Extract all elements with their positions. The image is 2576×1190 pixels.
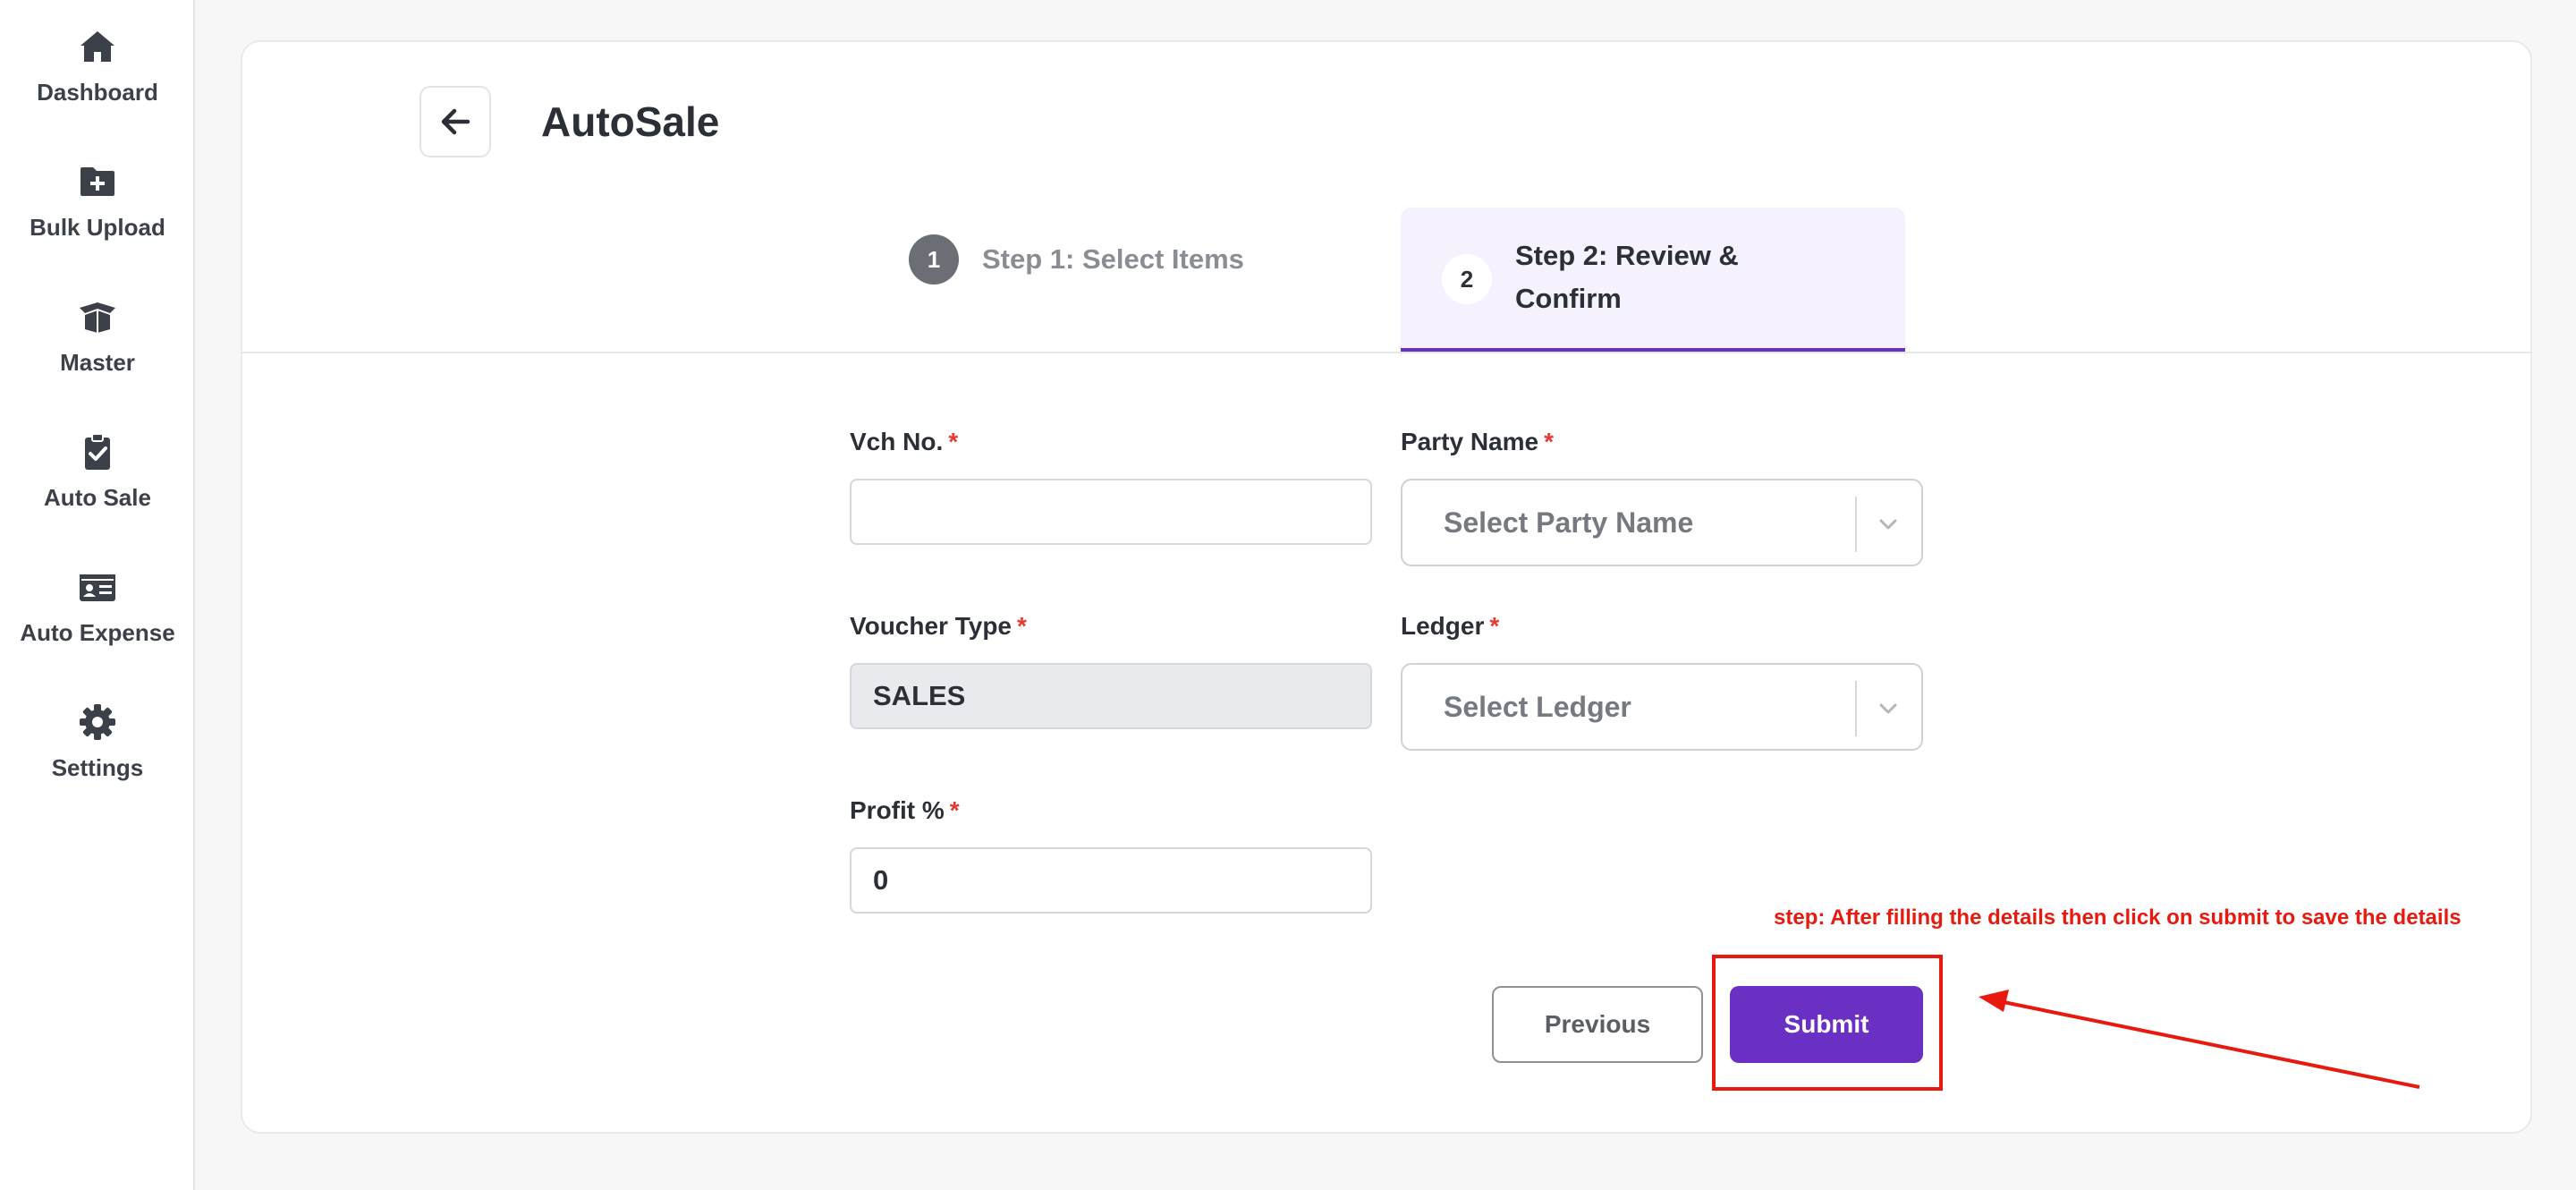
ledger-label: Ledger * — [1401, 612, 1499, 641]
arrow-left-icon — [441, 108, 470, 135]
sidebar: Dashboard Bulk Upload Master Auto Sale A… — [0, 0, 195, 1190]
annotation-text: step: After filling the details then cli… — [1774, 905, 2462, 930]
stepper-divider — [242, 352, 2531, 353]
voucher-type-label: Voucher Type * — [850, 612, 1027, 641]
party-name-label: Party Name * — [1401, 428, 1554, 456]
voucher-type-input — [850, 663, 1372, 729]
step-1-tab[interactable]: 1 Step 1: Select Items — [909, 234, 1244, 285]
required-mark: * — [1544, 428, 1554, 455]
gear-icon — [80, 704, 115, 740]
page-title: AutoSale — [541, 98, 720, 145]
party-name-placeholder: Select Party Name — [1444, 506, 1694, 539]
sidebar-item-auto-sale[interactable]: Auto Sale — [0, 432, 195, 540]
back-button[interactable] — [419, 86, 491, 157]
sidebar-item-label: Settings — [51, 754, 144, 781]
required-mark: * — [948, 428, 959, 455]
required-mark: * — [949, 796, 960, 824]
sidebar-item-settings[interactable]: Settings — [0, 702, 195, 810]
ledger-select[interactable]: Select Ledger — [1401, 663, 1923, 751]
ledger-placeholder: Select Ledger — [1444, 690, 1631, 723]
sidebar-item-bulk-upload[interactable]: Bulk Upload — [0, 162, 195, 269]
sidebar-item-label: Dashboard — [37, 79, 158, 106]
clipboard-check-icon — [85, 433, 110, 470]
sidebar-item-label: Master — [60, 349, 135, 376]
autosale-card — [241, 40, 2532, 1134]
required-mark: * — [1489, 612, 1500, 640]
folder-plus-icon — [80, 167, 114, 196]
profit-label: Profit % * — [850, 796, 960, 825]
voucher-type-label-text: Voucher Type — [850, 612, 1013, 640]
vch-no-label: Vch No. * — [850, 428, 958, 456]
step-2-number: 2 — [1442, 254, 1492, 304]
sidebar-item-label: Auto Sale — [44, 484, 151, 511]
chevron-down-icon[interactable] — [1875, 695, 1902, 722]
sidebar-item-dashboard[interactable]: Dashboard — [0, 27, 195, 134]
sidebar-item-auto-expense[interactable]: Auto Expense — [0, 567, 195, 675]
step-1-label: Step 1: Select Items — [982, 243, 1244, 275]
chevron-down-icon[interactable] — [1875, 511, 1902, 538]
party-name-select[interactable]: Select Party Name — [1401, 479, 1923, 566]
sidebar-item-label: Auto Expense — [20, 619, 175, 646]
select-separator — [1855, 681, 1857, 736]
home-icon — [80, 31, 114, 62]
sidebar-item-label: Bulk Upload — [30, 214, 165, 241]
step-2-label: Step 2: Review & Confirm — [1515, 240, 1739, 314]
required-mark: * — [1017, 612, 1027, 640]
select-separator — [1855, 497, 1857, 552]
profit-input[interactable] — [850, 847, 1372, 914]
annotation-highlight-box — [1712, 955, 1943, 1091]
profit-label-text: Profit % — [850, 796, 945, 824]
step-1-number: 1 — [909, 234, 959, 285]
annotation-arrow-icon — [1979, 990, 2420, 1089]
previous-button[interactable]: Previous — [1492, 986, 1703, 1063]
vch-no-input[interactable] — [850, 479, 1372, 545]
step-2-tab[interactable]: 2 Step 2: Review & Confirm — [1401, 208, 1905, 353]
box-open-icon — [80, 302, 115, 333]
ledger-label-text: Ledger — [1401, 612, 1485, 640]
vch-no-label-text: Vch No. — [850, 428, 944, 455]
sidebar-item-master[interactable]: Master — [0, 297, 195, 404]
party-name-label-text: Party Name — [1401, 428, 1539, 455]
id-card-icon — [80, 574, 115, 601]
